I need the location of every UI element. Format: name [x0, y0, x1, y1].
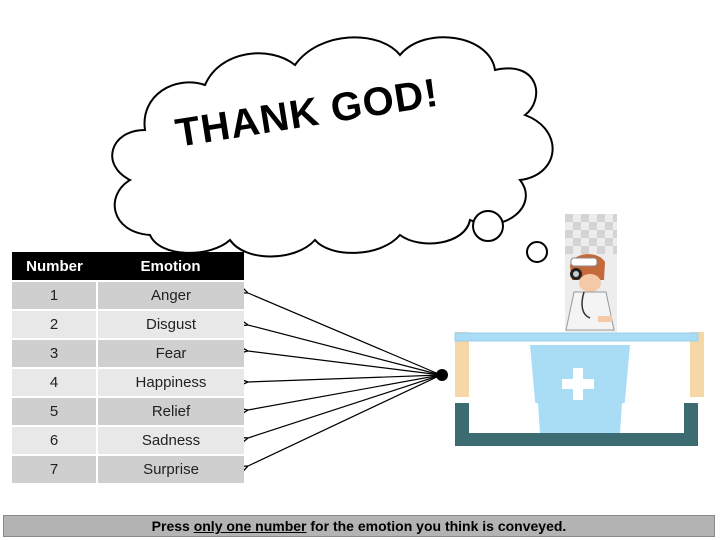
- instruction-bar: Press only one number for the emotion yo…: [3, 515, 715, 537]
- arrow-row-7: [248, 374, 442, 466]
- thought-bubble-small: [526, 241, 548, 263]
- number-column-header: Number: [12, 252, 97, 281]
- table-header-row: Number Emotion: [12, 252, 244, 281]
- row-number: 1: [12, 280, 98, 310]
- table-row[interactable]: 2 Disgust: [12, 309, 244, 339]
- emotion-table: Number Emotion 1 Anger 2 Disgust 3 Fear …: [12, 252, 244, 483]
- instruction-prefix: Press: [151, 518, 194, 534]
- thought-bubble-large: [472, 210, 504, 242]
- arrow-row-4: [248, 374, 442, 382]
- instruction-emphasis: only one number: [193, 518, 307, 534]
- arrow-row-5: [248, 374, 442, 410]
- hospital-bed-icon: [454, 332, 704, 446]
- arrow-origin-dot: [436, 369, 448, 381]
- table-row[interactable]: 6 Sadness: [12, 425, 244, 455]
- row-emotion: Relief: [97, 396, 244, 426]
- pointer-arrows: [248, 293, 442, 466]
- row-emotion: Fear: [97, 338, 244, 368]
- row-emotion: Anger: [97, 280, 244, 310]
- row-emotion: Disgust: [97, 309, 244, 339]
- nurse-figure: [565, 214, 617, 332]
- instruction-suffix: for the emotion you think is conveyed.: [306, 518, 567, 534]
- table-row[interactable]: 7 Surprise: [12, 454, 244, 483]
- arrow-row-2: [248, 325, 442, 376]
- row-number: 5: [12, 396, 98, 426]
- table-row[interactable]: 5 Relief: [12, 396, 244, 426]
- table-row[interactable]: 3 Fear: [12, 338, 244, 368]
- table-row[interactable]: 1 Anger: [12, 280, 244, 310]
- row-emotion: Happiness: [97, 367, 244, 397]
- row-number: 3: [12, 338, 98, 368]
- arrow-row-6: [248, 374, 442, 438]
- row-number: 6: [12, 425, 98, 455]
- row-number: 7: [12, 454, 98, 483]
- table-row[interactable]: 4 Happiness: [12, 367, 244, 397]
- row-emotion: Sadness: [97, 425, 244, 455]
- row-number: 4: [12, 367, 98, 397]
- emotion-column-header: Emotion: [97, 252, 244, 281]
- row-emotion: Surprise: [97, 454, 244, 483]
- row-number: 2: [12, 309, 98, 339]
